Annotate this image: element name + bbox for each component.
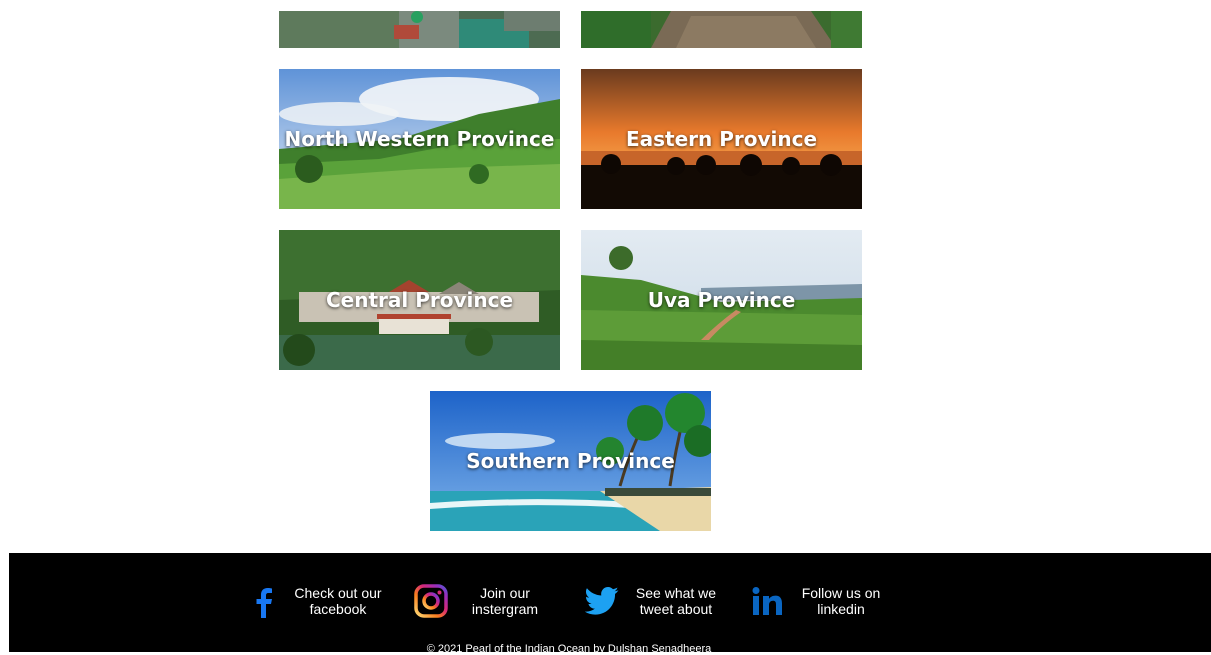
twitter-label: See what we tweet about xyxy=(635,585,717,617)
site-footer: Check out our facebook Join our instergr… xyxy=(9,553,1211,655)
linkedin-link[interactable]: Follow us on linkedin xyxy=(749,583,889,619)
province-image xyxy=(279,11,560,48)
central-province-card[interactable]: Central Province xyxy=(279,230,560,370)
twitter-icon xyxy=(584,583,620,619)
card-title: Southern Province xyxy=(466,449,675,473)
province-card-top-right[interactable] xyxy=(581,11,862,48)
instagram-link[interactable]: Join our instergram xyxy=(413,583,553,619)
province-card-top-left[interactable] xyxy=(279,11,560,48)
instagram-icon xyxy=(413,583,449,619)
province-image xyxy=(581,11,862,48)
facebook-label: Check out our facebook xyxy=(294,585,382,617)
instagram-label: Join our instergram xyxy=(471,585,539,617)
card-title: Uva Province xyxy=(647,288,796,312)
facebook-link[interactable]: Check out our facebook xyxy=(246,583,386,619)
card-title: Central Province xyxy=(325,288,514,312)
copyright-text: © 2021 Pearl of the Indian Ocean by Duls… xyxy=(426,643,712,655)
linkedin-label: Follow us on linkedin xyxy=(801,585,881,617)
southern-province-card[interactable]: Southern Province xyxy=(430,391,711,531)
north-western-province-card[interactable]: North Western Province xyxy=(279,69,560,209)
uva-province-card[interactable]: Uva Province xyxy=(581,230,862,370)
card-title: Eastern Province xyxy=(625,127,818,151)
twitter-link[interactable]: See what we tweet about xyxy=(584,583,724,619)
facebook-icon xyxy=(246,583,282,619)
eastern-province-card[interactable]: Eastern Province xyxy=(581,69,862,209)
linkedin-icon xyxy=(749,583,785,619)
card-title: North Western Province xyxy=(284,127,555,151)
